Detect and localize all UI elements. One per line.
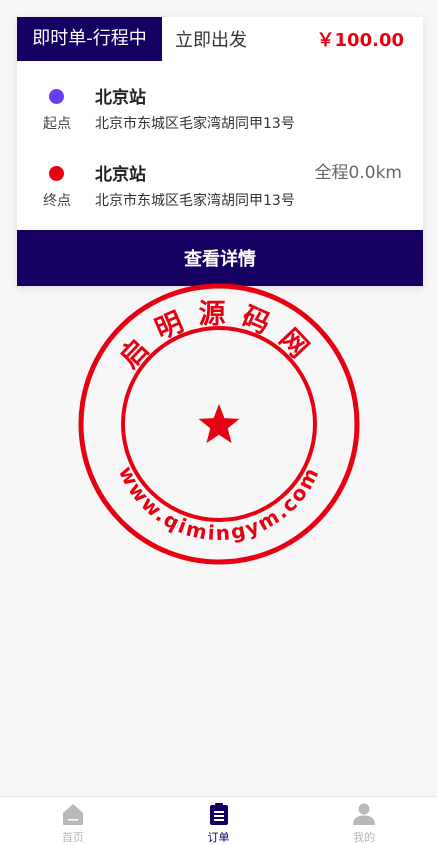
tab-orders-label: 订单: [207, 831, 230, 844]
tab-home[interactable]: 首页: [0, 797, 146, 845]
order-price: ￥100.00: [316, 30, 404, 51]
order-card-header: 即时单-行程中 立即出发 ￥100.00: [17, 17, 423, 61]
tab-profile-label: 我的: [353, 831, 376, 844]
order-status-tag: 即时单-行程中: [17, 17, 162, 61]
watermark-seal: 启明源码网 www.qimingym.com: [78, 283, 360, 565]
start-station: 北京站: [95, 88, 146, 108]
depart-time-label: 立即出发: [175, 30, 247, 51]
bottom-tab-bar: 首页 订单 我的: [0, 796, 437, 845]
order-card[interactable]: 即时单-行程中 立即出发 ￥100.00 起点 北京站 北京市东城区毛家湾胡同甲…: [17, 17, 423, 286]
end-dot-icon: [49, 166, 64, 181]
svg-text:启明源码网: 启明源码网: [114, 299, 324, 374]
tab-home-label: 首页: [61, 831, 84, 844]
start-label: 起点: [43, 116, 71, 132]
home-icon: [62, 804, 83, 825]
watermark-bottom-text: www.qimingym.com: [114, 462, 322, 545]
start-dot-icon: [49, 89, 64, 104]
svg-text:www.qimingym.com: www.qimingym.com: [114, 462, 324, 545]
star-icon: [198, 404, 240, 444]
user-icon: [353, 803, 376, 825]
end-station: 北京站: [95, 165, 146, 185]
view-details-button[interactable]: 查看详情: [17, 230, 423, 286]
tab-orders[interactable]: 订单: [146, 797, 292, 845]
order-page: 即时单-行程中 立即出发 ￥100.00 起点 北京站 北京市东城区毛家湾胡同甲…: [0, 0, 437, 845]
end-address: 北京市东城区毛家湾胡同甲13号: [95, 193, 295, 209]
watermark-top-text: 启明源码网: [114, 299, 310, 374]
end-location: 终点 北京站 全程0.0km 北京市东城区毛家湾胡同甲13号: [17, 158, 423, 218]
start-location: 起点 北京站 北京市东城区毛家湾胡同甲13号: [17, 81, 423, 141]
start-address: 北京市东城区毛家湾胡同甲13号: [95, 116, 295, 132]
order-icon: [209, 803, 228, 825]
end-label: 终点: [43, 193, 71, 209]
trip-distance: 全程0.0km: [314, 163, 402, 183]
tab-profile[interactable]: 我的: [291, 797, 437, 845]
